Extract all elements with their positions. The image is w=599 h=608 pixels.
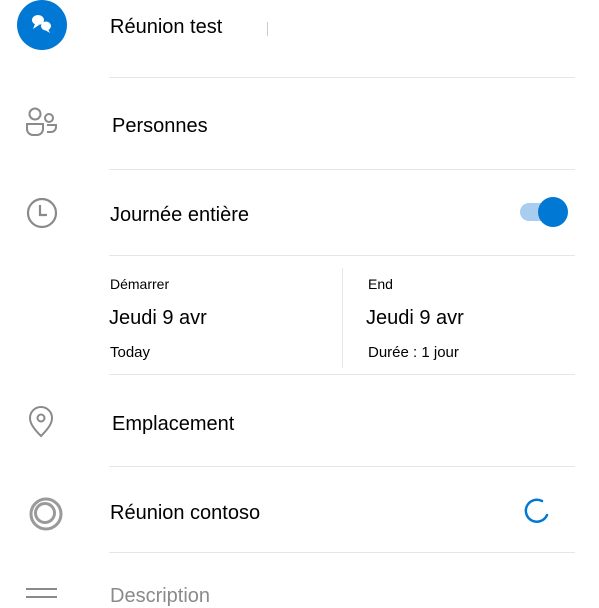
start-sub: Today bbox=[110, 344, 151, 361]
divider bbox=[109, 374, 575, 375]
duration: Durée : 1 jour bbox=[368, 344, 459, 361]
end-date[interactable]: Jeudi 9 avr bbox=[366, 307, 464, 330]
location-icon bbox=[27, 405, 55, 444]
start-date[interactable]: Jeudi 9 avr bbox=[109, 307, 207, 330]
location-field[interactable]: Emplacement bbox=[112, 413, 234, 436]
all-day-toggle[interactable] bbox=[520, 197, 570, 227]
online-meeting-icon bbox=[28, 496, 64, 537]
people-field[interactable]: Personnes bbox=[112, 115, 208, 138]
column-divider bbox=[342, 268, 343, 368]
people-icon bbox=[25, 107, 59, 142]
divider bbox=[109, 77, 575, 78]
divider bbox=[109, 552, 575, 553]
online-meeting-label: Réunion contoso bbox=[110, 502, 261, 524]
chat-icon bbox=[17, 0, 67, 50]
divider bbox=[109, 169, 575, 170]
clock-icon bbox=[26, 197, 58, 234]
divider bbox=[109, 466, 575, 467]
text-cursor bbox=[267, 22, 268, 36]
title-input[interactable]: Réunion test bbox=[110, 16, 222, 39]
description-icon bbox=[26, 587, 58, 605]
divider bbox=[109, 255, 575, 256]
all-day-label: Journée entière bbox=[110, 204, 249, 226]
end-label: End bbox=[368, 276, 393, 292]
loading-spinner-icon bbox=[522, 496, 550, 531]
start-label: Démarrer bbox=[110, 276, 170, 292]
description-field[interactable]: Description bbox=[110, 585, 210, 608]
